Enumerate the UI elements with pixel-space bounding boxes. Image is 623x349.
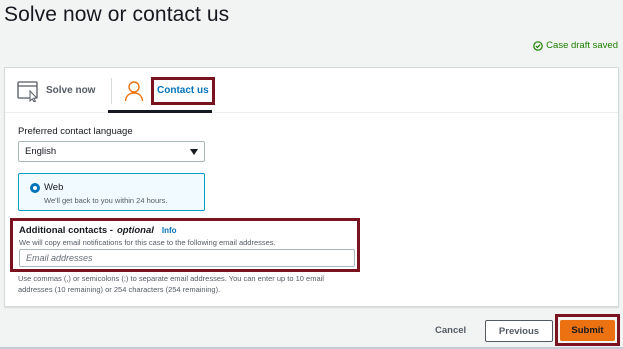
- optional-label: optional: [116, 225, 154, 236]
- cursor-window-icon: [17, 80, 39, 103]
- submit-highlight: Submit: [555, 314, 620, 346]
- tab-solve-now[interactable]: Solve now: [17, 68, 105, 113]
- language-label: Preferred contact language: [18, 126, 133, 137]
- submit-button[interactable]: Submit: [560, 320, 615, 341]
- page-title: Solve now or contact us: [4, 3, 230, 26]
- tab-contact-us[interactable]: Contact us: [122, 68, 216, 113]
- tab-divider: [111, 78, 112, 104]
- contact-card: Solve now Contact us Preferred contact l…: [4, 67, 619, 307]
- caret-down-icon: [190, 149, 198, 155]
- active-tab-indicator: [108, 110, 212, 113]
- person-icon: [124, 80, 144, 102]
- cancel-button[interactable]: Cancel: [435, 325, 466, 336]
- contact-method-title: Web: [44, 182, 64, 193]
- additional-contacts-label: Additional contacts -: [19, 225, 113, 236]
- info-link[interactable]: Info: [162, 226, 177, 235]
- draft-status: Case draft saved: [533, 40, 618, 51]
- email-addresses-input[interactable]: [19, 249, 355, 267]
- check-circle-icon: [533, 40, 543, 51]
- tab-bar: Solve now Contact us: [5, 68, 618, 113]
- tab-solve-now-label: Solve now: [46, 85, 96, 96]
- language-select-value: English: [25, 146, 57, 157]
- email-help-text: Use commas (,) or semicolons (;) to sepa…: [18, 274, 324, 294]
- additional-contacts-description: We will copy email notifications for thi…: [19, 238, 276, 247]
- language-select[interactable]: English: [18, 141, 205, 162]
- additional-contacts-heading: Additional contacts - optional Info: [19, 225, 177, 236]
- contact-method-web-tile[interactable]: Web We'll get back to you within 24 hour…: [18, 173, 205, 211]
- additional-contacts-section: Additional contacts - optional Info We w…: [10, 218, 360, 272]
- contact-method-description: We'll get back to you within 24 hours.: [44, 196, 168, 205]
- previous-button[interactable]: Previous: [485, 320, 553, 342]
- draft-status-label: Case draft saved: [546, 40, 618, 51]
- tab-contact-us-label: Contact us: [151, 76, 215, 105]
- web-radio[interactable]: [30, 183, 40, 193]
